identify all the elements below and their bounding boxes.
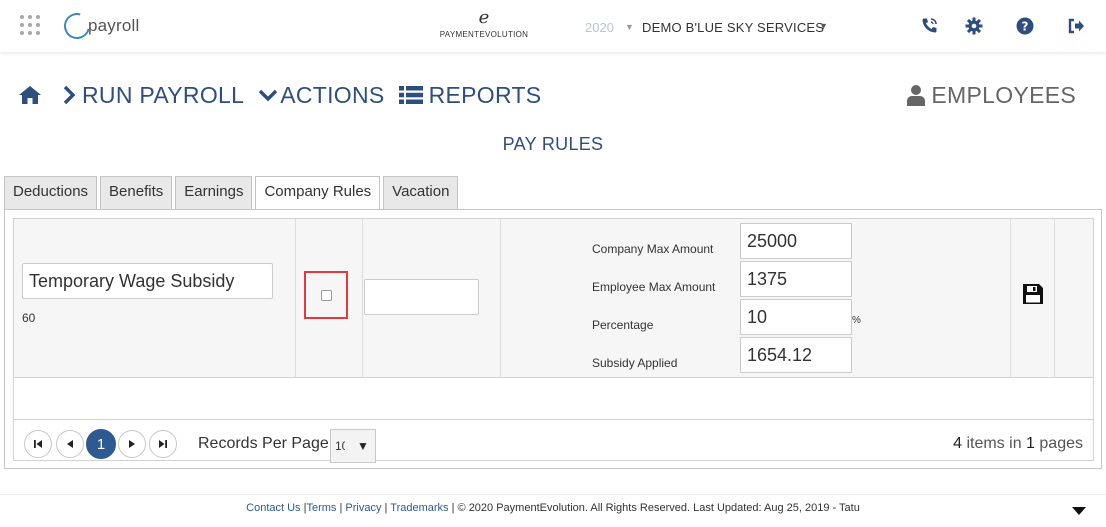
chevron-down-icon [258, 88, 278, 102]
footer: Contact Us |Terms | Privacy | Trademarks… [0, 494, 1106, 527]
page-1-button[interactable]: 1 [86, 429, 116, 459]
employees-link[interactable]: EMPLOYEES [907, 80, 1076, 110]
privacy-link[interactable]: Privacy [345, 502, 381, 514]
rule-code: 60 [22, 311, 36, 325]
tab-bar: Deductions Benefits Earnings Company Rul… [4, 176, 461, 210]
user-icon [907, 84, 926, 106]
contact-link[interactable]: Contact Us [246, 502, 300, 514]
copyright-text: © 2020 PaymentEvolution. All Rights Rese… [457, 502, 860, 514]
year-caret-icon[interactable]: ▼ [625, 22, 634, 32]
column-divider [1010, 219, 1011, 378]
rules-grid: 60 Company Max Amount Employee Max Amoun… [13, 218, 1094, 463]
column-divider [362, 219, 363, 378]
payroll-logo[interactable]: payroll [59, 8, 140, 44]
svg-text:?: ? [1022, 20, 1029, 34]
save-icon[interactable] [1022, 283, 1044, 305]
records-per-page-value: 10 [335, 439, 345, 453]
paymentevolution-logo: e PAYMENTEVOLUTION [436, 7, 532, 42]
employee-max-label: Employee Max Amount [592, 280, 716, 294]
rule-name-input[interactable] [22, 263, 273, 299]
app-name: payroll [88, 16, 140, 35]
column-divider [295, 219, 296, 378]
actions-label: ACTIONS [280, 81, 385, 108]
first-page-button[interactable] [24, 430, 52, 458]
tab-earnings[interactable]: Earnings [175, 176, 253, 209]
tab-company-rules[interactable]: Company Rules [255, 176, 381, 210]
tab-benefits[interactable]: Benefits [100, 176, 173, 209]
company-max-input[interactable] [740, 223, 852, 259]
terms-link[interactable]: Terms [306, 502, 336, 514]
caret-down-icon: ▼ [357, 439, 369, 453]
run-payroll-label: RUN PAYROLL [82, 81, 245, 108]
pages-count: 1 [1026, 435, 1035, 452]
company-max-label: Company Max Amount [592, 242, 714, 256]
tab-vacation[interactable]: Vacation [383, 176, 459, 209]
caret-down-icon[interactable] [1072, 507, 1086, 515]
trademarks-link[interactable]: Trademarks [390, 502, 448, 514]
logout-icon[interactable] [1067, 17, 1085, 35]
prev-page-button[interactable] [56, 430, 84, 458]
logo-ring-icon [59, 8, 95, 44]
percentage-label: Percentage [592, 318, 654, 332]
rule-checkbox[interactable] [321, 290, 332, 301]
brand-name: PAYMENTEVOLUTION [439, 30, 529, 39]
reports-link[interactable]: REPORTS [398, 81, 542, 109]
column-divider [500, 219, 501, 378]
items-text: items in [966, 435, 1022, 452]
home-link[interactable] [18, 85, 48, 105]
percent-suffix: % [852, 315, 861, 326]
pager: 1 Records Per Page: 10 ▼ 4 items in 1 pa… [14, 419, 1093, 463]
company-caret-icon[interactable]: ▼ [819, 21, 828, 31]
tab-panel: 60 Company Max Amount Employee Max Amoun… [4, 209, 1102, 469]
column-divider [1054, 219, 1055, 378]
percentage-input[interactable] [740, 299, 852, 335]
tab-deductions[interactable]: Deductions [4, 176, 98, 209]
employees-label: EMPLOYEES [931, 81, 1076, 108]
items-summary: 4 items in 1 pages [953, 435, 1083, 453]
next-page-button[interactable] [118, 430, 146, 458]
main-nav: RUN PAYROLL ACTIONS REPORTS [18, 80, 555, 110]
pages-text: pages [1039, 435, 1083, 452]
gear-icon[interactable] [965, 17, 983, 35]
year-selector[interactable]: 2020 [585, 20, 614, 35]
reports-label: REPORTS [428, 81, 542, 108]
page-title: PAY RULES [502, 134, 604, 154]
employee-max-input[interactable] [740, 261, 852, 297]
brand-mark: e [478, 7, 490, 28]
footer-links: Contact Us |Terms | Privacy | Trademarks… [246, 502, 860, 514]
phone-icon[interactable] [920, 17, 938, 35]
last-page-button[interactable] [149, 430, 177, 458]
rule-extra-input[interactable] [364, 279, 479, 315]
records-per-page-select[interactable]: 10 ▼ [330, 429, 376, 463]
subsidy-applied-input[interactable] [740, 337, 852, 373]
records-per-page-label: Records Per Page: [198, 435, 334, 452]
actions-menu[interactable]: ACTIONS [258, 82, 384, 109]
top-bar: payroll e PAYMENTEVOLUTION 2020 ▼ DEMO B… [0, 0, 1106, 52]
items-count: 4 [953, 435, 963, 452]
run-payroll-link[interactable]: RUN PAYROLL [62, 82, 244, 109]
subsidy-applied-label: Subsidy Applied [592, 356, 678, 370]
help-icon[interactable]: ? [1016, 17, 1034, 35]
chevron-right-icon [62, 85, 76, 105]
list-icon [398, 85, 423, 105]
table-row: 60 Company Max Amount Employee Max Amoun… [14, 219, 1093, 378]
apps-grid-icon[interactable] [20, 15, 40, 35]
company-selector[interactable]: DEMO B'LUE SKY SERVICES [642, 20, 824, 35]
highlight-box [304, 271, 348, 319]
home-icon [18, 85, 42, 105]
